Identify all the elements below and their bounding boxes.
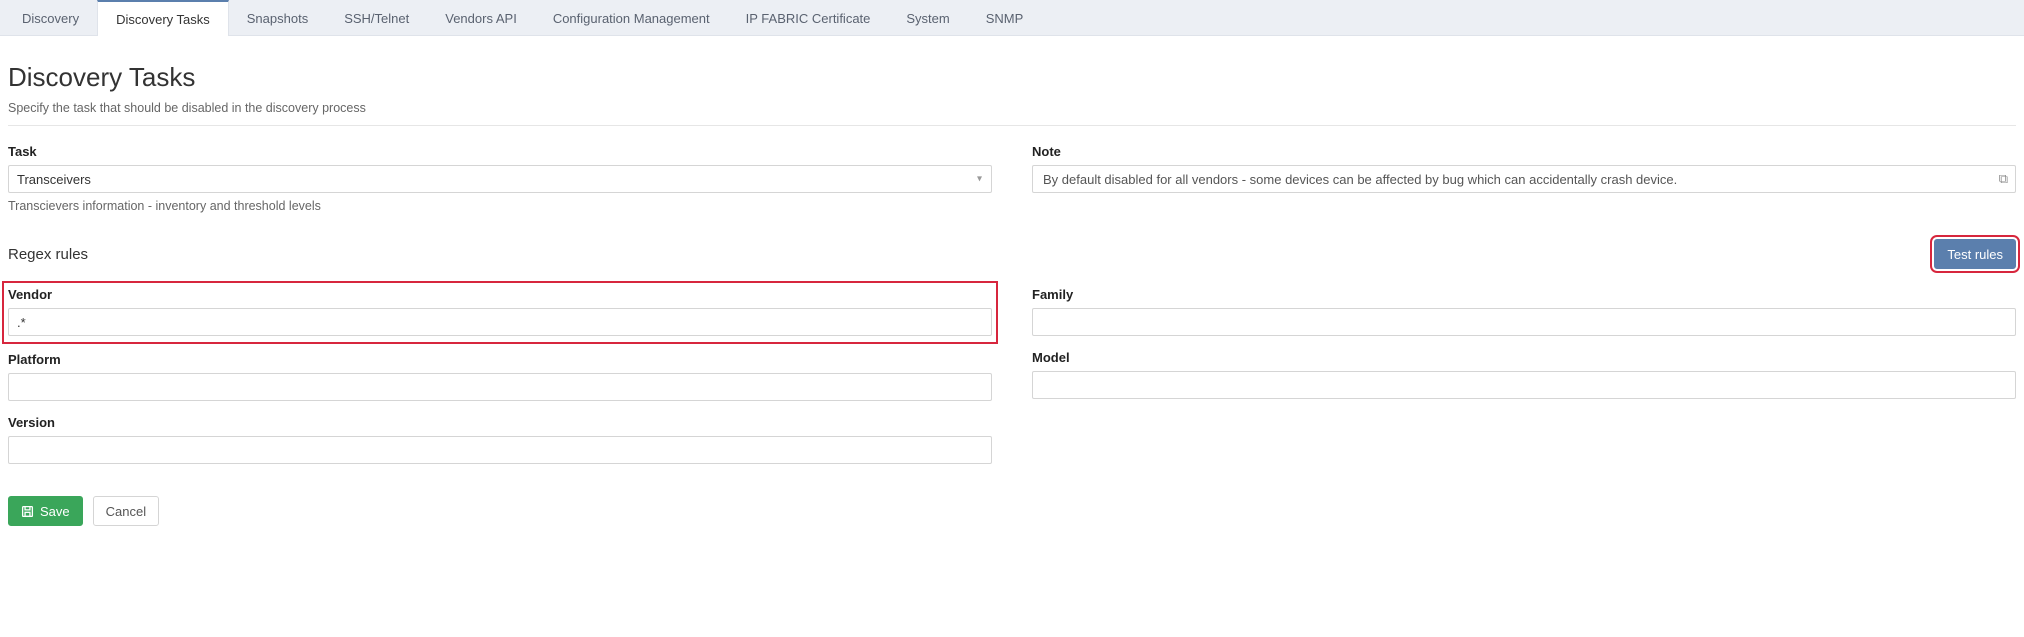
version-label: Version bbox=[8, 415, 992, 430]
regex-section-title: Regex rules bbox=[8, 246, 88, 263]
tab-label: SSH/Telnet bbox=[344, 11, 409, 26]
model-label: Model bbox=[1032, 350, 2016, 365]
platform-input[interactable] bbox=[8, 373, 992, 401]
expand-icon[interactable]: ⧉ bbox=[1999, 171, 2008, 187]
tab-label: Discovery Tasks bbox=[116, 12, 210, 27]
tab-label: System bbox=[906, 11, 949, 26]
task-helper: Transcievers information - inventory and… bbox=[8, 199, 992, 213]
tab-vendors-api[interactable]: Vendors API bbox=[427, 0, 535, 35]
cancel-button[interactable]: Cancel bbox=[93, 496, 159, 526]
vendor-label: Vendor bbox=[8, 287, 992, 302]
save-button[interactable]: Save bbox=[8, 496, 83, 526]
tab-snapshots[interactable]: Snapshots bbox=[229, 0, 326, 35]
version-input[interactable] bbox=[8, 436, 992, 464]
page-subtitle: Specify the task that should be disabled… bbox=[8, 101, 2016, 126]
save-icon bbox=[21, 505, 34, 518]
tab-label: SNMP bbox=[986, 11, 1024, 26]
page-title: Discovery Tasks bbox=[8, 62, 2016, 93]
tab-configuration-management[interactable]: Configuration Management bbox=[535, 0, 728, 35]
family-input[interactable] bbox=[1032, 308, 2016, 336]
save-label: Save bbox=[40, 504, 70, 519]
tab-label: Vendors API bbox=[445, 11, 517, 26]
tab-discovery-tasks[interactable]: Discovery Tasks bbox=[97, 0, 229, 36]
tab-label: Discovery bbox=[22, 11, 79, 26]
tab-ip-fabric-certificate[interactable]: IP FABRIC Certificate bbox=[728, 0, 889, 35]
task-select[interactable]: Transceivers bbox=[8, 165, 992, 193]
platform-label: Platform bbox=[8, 352, 992, 367]
note-label: Note bbox=[1032, 144, 2016, 159]
page-content: Discovery Tasks Specify the task that sh… bbox=[0, 36, 2024, 546]
test-rules-button[interactable]: Test rules bbox=[1934, 239, 2016, 269]
test-rules-label: Test rules bbox=[1947, 247, 2003, 262]
tab-bar: Discovery Discovery Tasks Snapshots SSH/… bbox=[0, 0, 2024, 36]
tab-system[interactable]: System bbox=[888, 0, 967, 35]
tab-label: Configuration Management bbox=[553, 11, 710, 26]
tab-label: Snapshots bbox=[247, 11, 308, 26]
tab-ssh-telnet[interactable]: SSH/Telnet bbox=[326, 0, 427, 35]
family-label: Family bbox=[1032, 287, 2016, 302]
note-input[interactable] bbox=[1032, 165, 2016, 193]
model-input[interactable] bbox=[1032, 371, 2016, 399]
tab-label: IP FABRIC Certificate bbox=[746, 11, 871, 26]
task-label: Task bbox=[8, 144, 992, 159]
cancel-label: Cancel bbox=[106, 504, 146, 519]
vendor-input[interactable] bbox=[8, 308, 992, 336]
vendor-highlight-box: Vendor bbox=[2, 281, 998, 344]
tab-discovery[interactable]: Discovery bbox=[4, 0, 97, 35]
tab-snmp[interactable]: SNMP bbox=[968, 0, 1042, 35]
